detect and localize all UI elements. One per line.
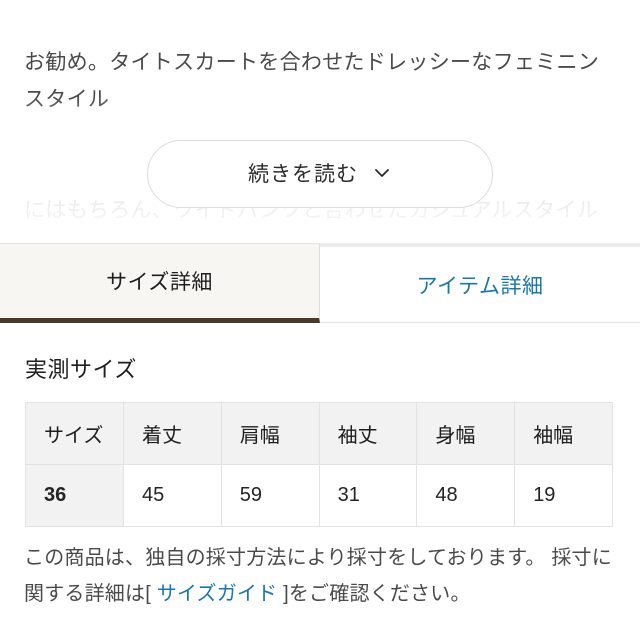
table-body: 36 45 59 31 48 19 [25,464,613,527]
read-more-button[interactable]: 続きを読む [147,140,493,208]
cell-size: 36 [25,464,124,527]
cell-body-width: 48 [416,464,516,527]
column-header-body-width: 身幅 [416,402,516,465]
column-header-length: 着丈 [123,402,222,465]
size-guide-link[interactable]: サイズガイド [157,583,278,605]
tab-size-detail[interactable]: サイズ詳細 [0,243,320,323]
read-more-label: 続きを読む [248,162,358,186]
detail-tabs: サイズ詳細 アイテム詳細 [0,243,640,323]
measured-size-heading: 実測サイズ [25,357,137,382]
column-header-size: サイズ [25,402,124,465]
cell-length: 45 [123,464,222,527]
cell-sleeve-width: 19 [514,464,613,527]
table-row: 36 45 59 31 48 19 [25,464,613,527]
chevron-down-icon [372,163,392,183]
column-header-sleeve-width: 袖幅 [514,402,613,465]
tab-item-detail[interactable]: アイテム詳細 [320,243,640,323]
table-header-row-group: サイズ 着丈 肩幅 袖丈 身幅 袖幅 [25,402,613,465]
column-header-shoulder: 肩幅 [220,402,320,465]
measurement-note: この商品は、独自の採寸方法により採寸をしております。 採寸に関する詳細は[ サイ… [24,540,624,612]
description-line: お勧め。タイトスカートを合わせたドレッシーなフェミニンスタイル [24,51,600,111]
product-detail-page: お勧め。タイトスカートを合わせたドレッシーなフェミニンスタイル にはもちろん、ワ… [0,0,640,640]
description-section: お勧め。タイトスカートを合わせたドレッシーなフェミニンスタイル にはもちろん、ワ… [0,0,640,243]
table-header-row: サイズ 着丈 肩幅 袖丈 身幅 袖幅 [25,402,613,465]
measured-size-table: サイズ 着丈 肩幅 袖丈 身幅 袖幅 36 45 59 31 48 19 [25,402,613,527]
measurement-note-after: ]をご確認ください。 [277,583,471,605]
tab-size-detail-label: サイズ詳細 [106,271,213,294]
column-header-sleeve-length: 袖丈 [318,402,418,465]
cell-sleeve-length: 31 [318,464,418,527]
cell-shoulder: 59 [220,464,320,527]
tab-item-detail-label: アイテム詳細 [416,274,544,298]
